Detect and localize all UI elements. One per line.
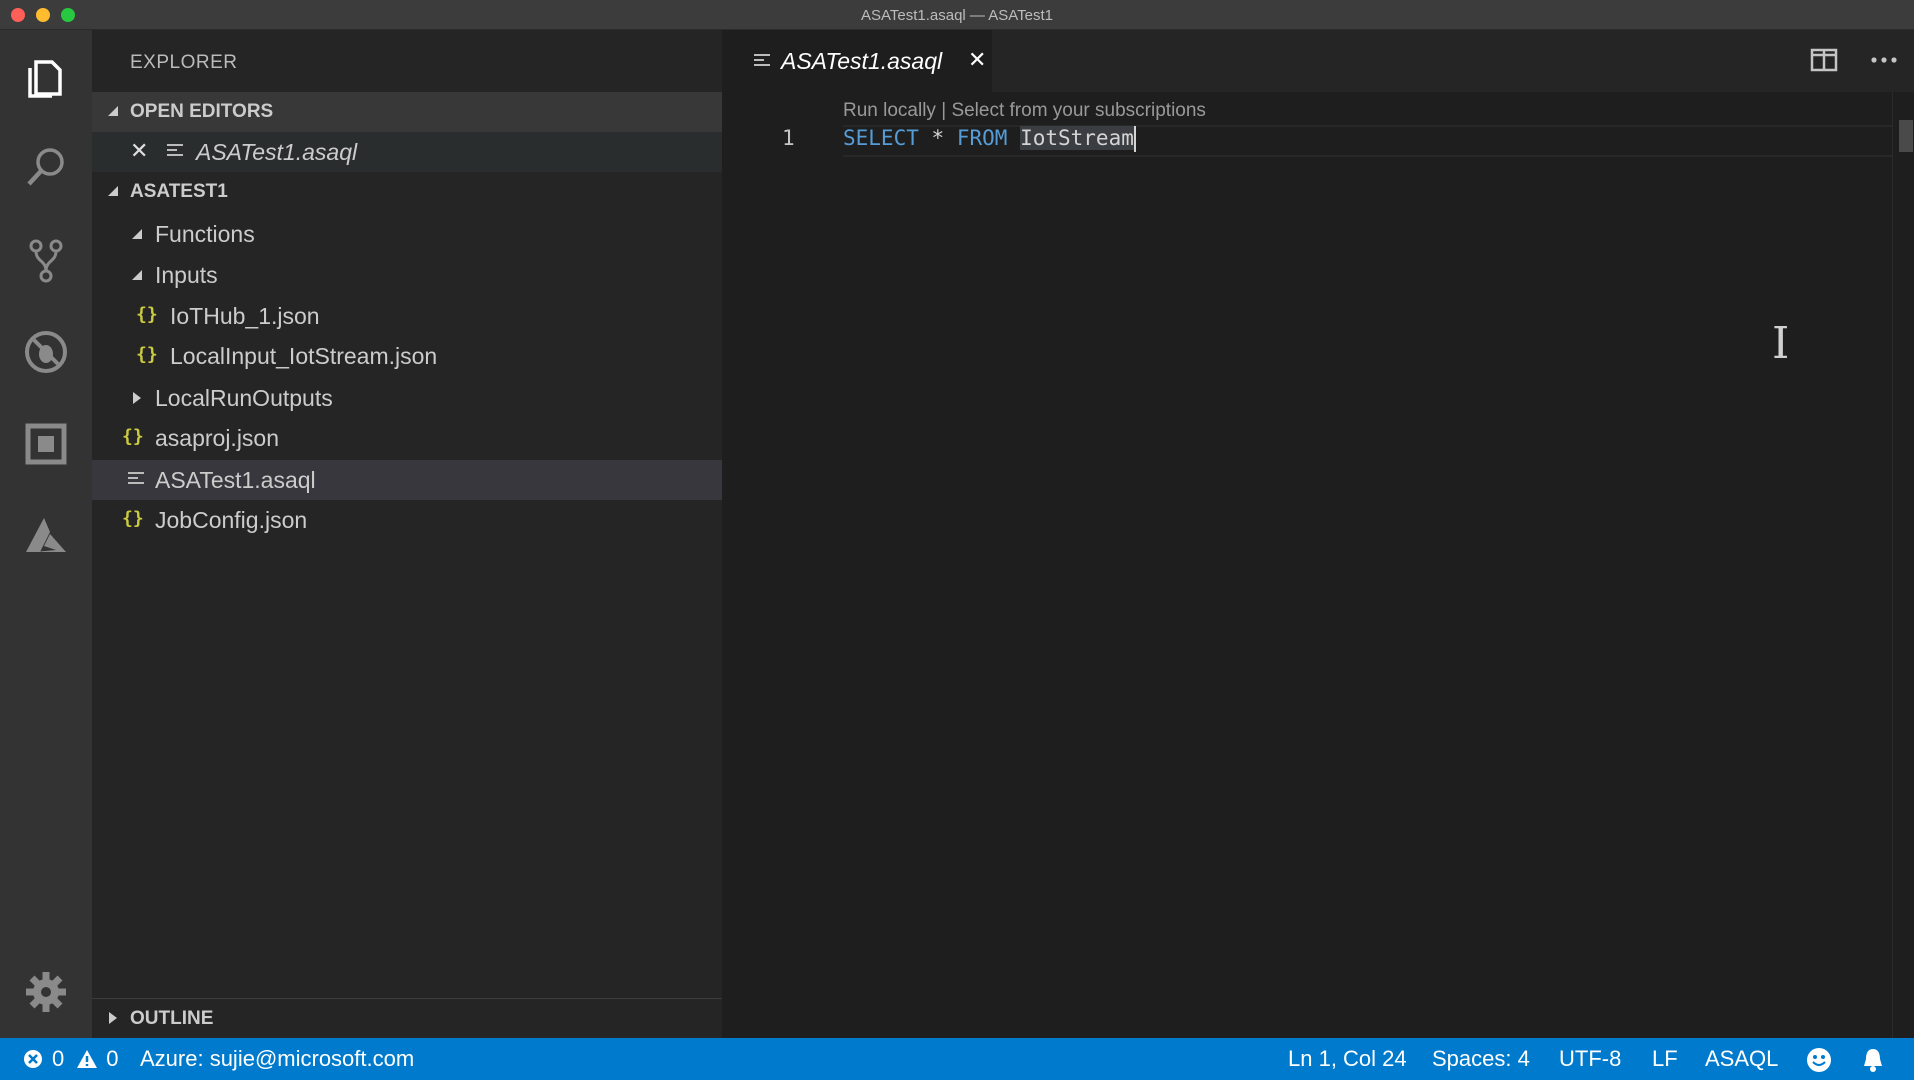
explorer-icon[interactable]: [16, 48, 76, 108]
json-file-icon: {}: [136, 344, 158, 365]
chevron-down-icon: [132, 270, 142, 280]
explorer-sidebar: EXPLORER OPEN EDITORS ✕ ASATest1.asaql A…: [92, 30, 722, 1038]
error-icon: [24, 1050, 42, 1068]
editor-tab[interactable]: ASATest1.asaql ✕: [722, 30, 992, 92]
tree-item-localrunoutputs[interactable]: LocalRunOutputs: [92, 378, 722, 418]
encoding[interactable]: UTF-8: [1559, 1046, 1621, 1072]
window-title: ASATest1.asaql — ASATest1: [860, 7, 1054, 24]
keyword-select: SELECT: [843, 126, 919, 150]
identifier-iotstream: IotStream: [1020, 126, 1134, 150]
codelens: Run locally | Select from your subscript…: [843, 100, 1206, 122]
language-mode[interactable]: ASAQL: [1705, 1046, 1778, 1072]
json-file-icon: {}: [136, 304, 158, 325]
close-icon[interactable]: ✕: [968, 47, 986, 73]
chevron-right-icon: [133, 392, 141, 404]
tree-item-label: asaproj.json: [155, 424, 280, 451]
tree-item-iothub[interactable]: {} IoTHub_1.json: [92, 296, 722, 336]
file-lines-icon: [754, 54, 770, 68]
tree-item-localinput[interactable]: {} LocalInput_IotStream.json: [92, 336, 722, 376]
project-label: ASATEST1: [130, 181, 228, 202]
status-bar: 0 0 Azure: sujie@microsoft.com Ln 1, Col…: [0, 1038, 1914, 1080]
open-editor-label: ASATest1.asaql: [196, 138, 358, 165]
open-editor-item[interactable]: ✕ ASATest1.asaql: [92, 132, 722, 172]
tree-item-label: LocalRunOutputs: [155, 384, 333, 411]
extensions-icon[interactable]: [16, 414, 76, 474]
run-locally-link[interactable]: Run locally: [843, 100, 936, 121]
tree-item-label: ASATest1.asaql: [155, 466, 316, 493]
indentation[interactable]: Spaces: 4: [1432, 1046, 1530, 1072]
warning-count: 0: [106, 1046, 119, 1071]
open-editors-header[interactable]: OPEN EDITORS: [92, 92, 722, 132]
text-cursor: [1133, 126, 1136, 152]
tree-item-label: LocalInput_IotStream.json: [170, 342, 438, 369]
line-number: 1: [782, 126, 795, 150]
warning-icon: [77, 1050, 98, 1068]
tree-item-label: IoTHub_1.json: [170, 302, 320, 329]
debug-icon[interactable]: [16, 322, 76, 382]
tree-item-asaproj[interactable]: {} asaproj.json: [92, 418, 722, 458]
source-control-icon[interactable]: [16, 230, 76, 290]
chevron-right-icon: [109, 1012, 117, 1024]
tree-item-label: Functions: [155, 220, 255, 247]
keyword-from: FROM: [956, 126, 1008, 150]
tree-item-inputs[interactable]: Inputs: [92, 255, 722, 295]
code-editor[interactable]: Run locally | Select from your subscript…: [722, 92, 1914, 1038]
project-header[interactable]: ASATEST1: [92, 172, 722, 212]
scrollbar-thumb[interactable]: [1899, 120, 1913, 152]
close-icon[interactable]: ✕: [130, 138, 148, 164]
split-editor-icon[interactable]: [1810, 48, 1838, 77]
outline-header[interactable]: OUTLINE: [92, 998, 722, 1038]
notifications-bell-icon[interactable]: [1861, 1047, 1885, 1073]
tree-item-functions[interactable]: Functions: [92, 214, 722, 254]
chevron-down-icon: [132, 229, 142, 239]
json-file-icon: {}: [122, 426, 144, 447]
feedback-smiley-icon[interactable]: [1806, 1047, 1832, 1073]
editor-tab-label: ASATest1.asaql: [781, 47, 943, 74]
azure-account[interactable]: Azure: sujie@microsoft.com: [140, 1046, 414, 1072]
chevron-down-icon: [108, 186, 118, 196]
open-editors-label: OPEN EDITORS: [130, 101, 274, 122]
activity-bar: [0, 30, 92, 1038]
chevron-down-icon: [108, 106, 118, 116]
file-lines-icon: [167, 144, 183, 158]
search-icon[interactable]: [16, 138, 76, 198]
editor-tab-bar: ASATest1.asaql ✕: [722, 30, 1914, 92]
more-actions-icon[interactable]: [1870, 50, 1898, 75]
select-subscription-link[interactable]: Select from your subscriptions: [951, 100, 1206, 121]
operator-star: *: [931, 126, 945, 150]
title-bar: ASATest1.asaql — ASATest1: [0, 0, 1914, 30]
mouse-ibeam-icon: I: [1772, 318, 1790, 369]
tree-item-asatest1[interactable]: ASATest1.asaql: [92, 460, 722, 500]
file-lines-icon: [128, 472, 144, 486]
cursor-position[interactable]: Ln 1, Col 24: [1288, 1046, 1407, 1072]
error-count: 0: [52, 1046, 65, 1071]
codelens-separator: |: [935, 100, 952, 121]
sidebar-title: EXPLORER: [130, 52, 238, 73]
editor-scrollbar[interactable]: [1892, 92, 1914, 1038]
code-line[interactable]: SELECT * FROM IotStream: [843, 126, 1136, 152]
tree-item-label: JobConfig.json: [155, 506, 308, 533]
outline-label: OUTLINE: [130, 1008, 214, 1029]
azure-icon[interactable]: [16, 506, 76, 566]
gear-icon[interactable]: [16, 962, 76, 1022]
tree-item-jobconfig[interactable]: {} JobConfig.json: [92, 500, 722, 540]
json-file-icon: {}: [122, 508, 144, 529]
end-of-line[interactable]: LF: [1652, 1046, 1678, 1072]
tree-item-label: Inputs: [155, 261, 218, 288]
problems-indicator[interactable]: 0 0: [22, 1046, 119, 1072]
